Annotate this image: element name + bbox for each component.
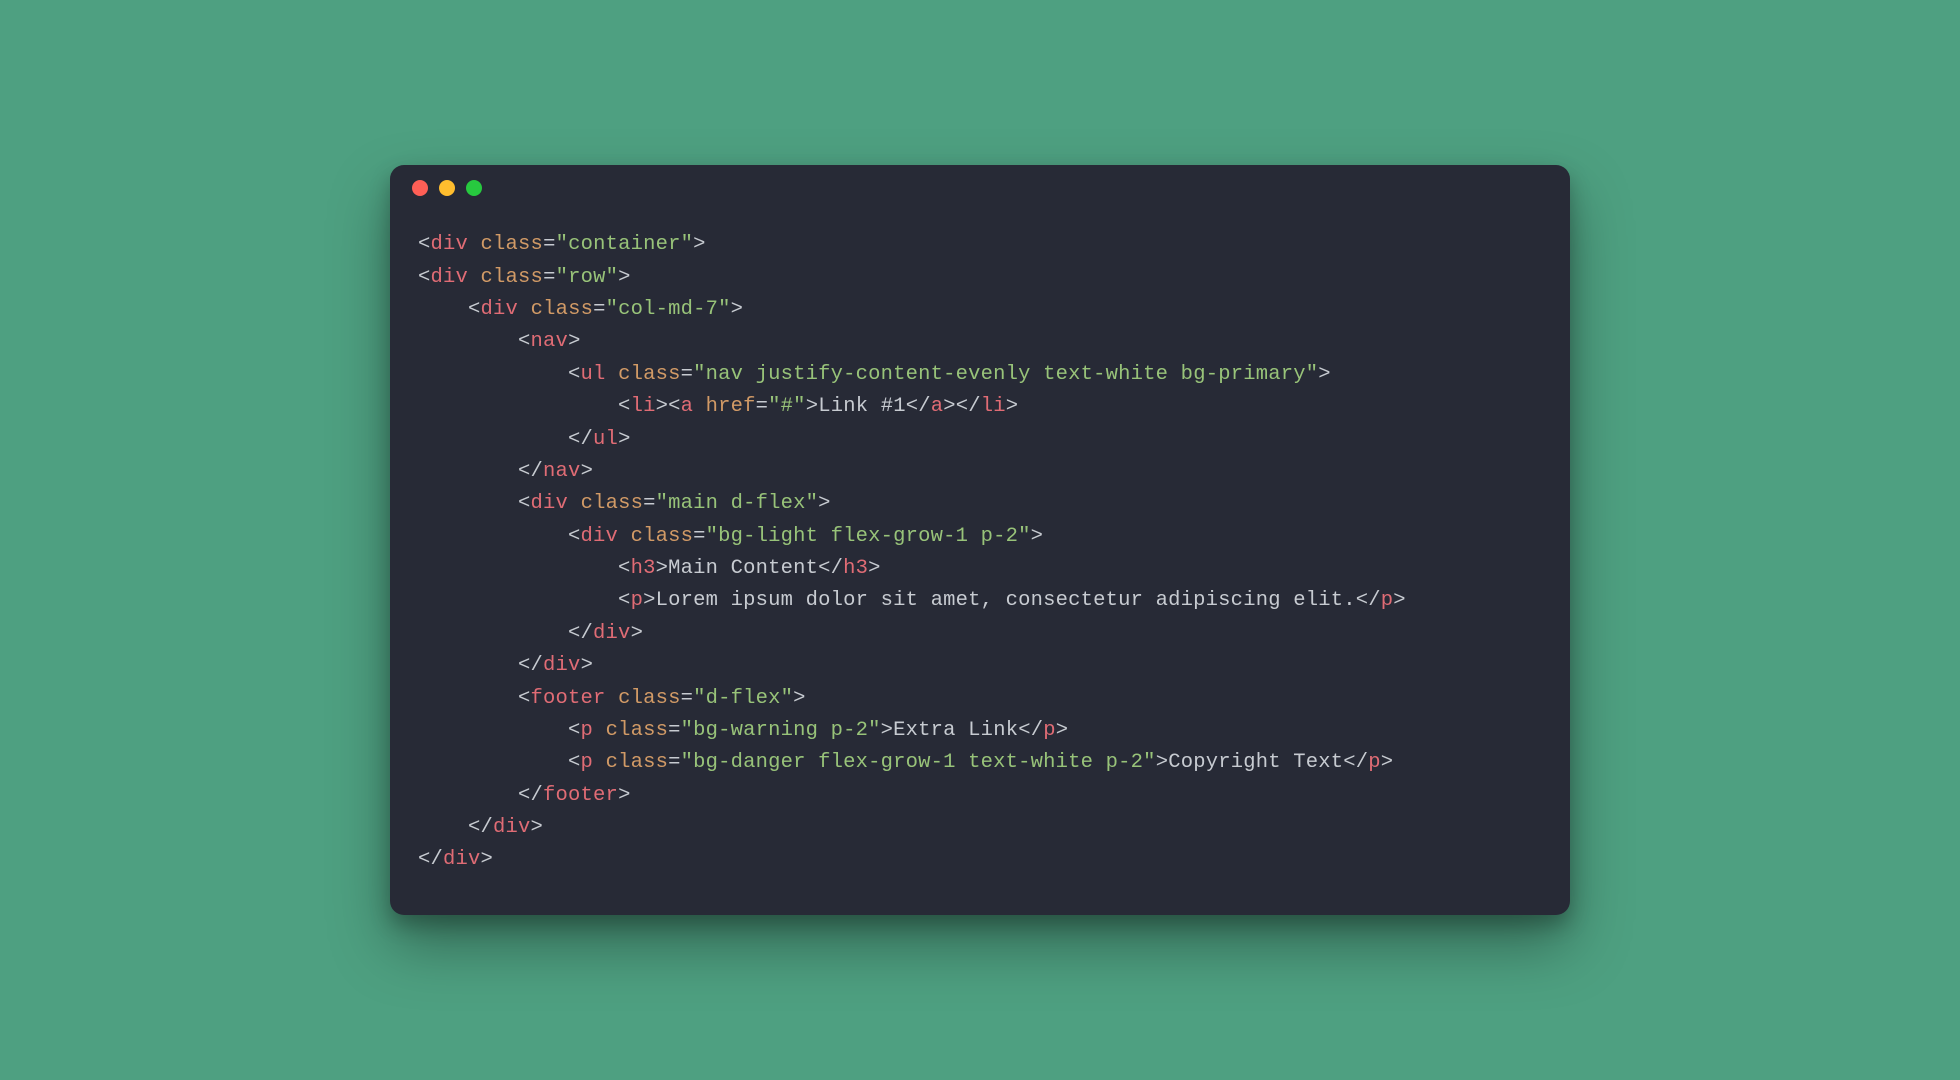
code-window: <div class="container"> <div class="row"… (390, 165, 1570, 915)
code-block: <div class="container"> <div class="row"… (390, 211, 1570, 887)
window-minimize-icon[interactable] (439, 180, 455, 196)
window-close-icon[interactable] (412, 180, 428, 196)
window-zoom-icon[interactable] (466, 180, 482, 196)
window-titlebar (390, 165, 1570, 211)
